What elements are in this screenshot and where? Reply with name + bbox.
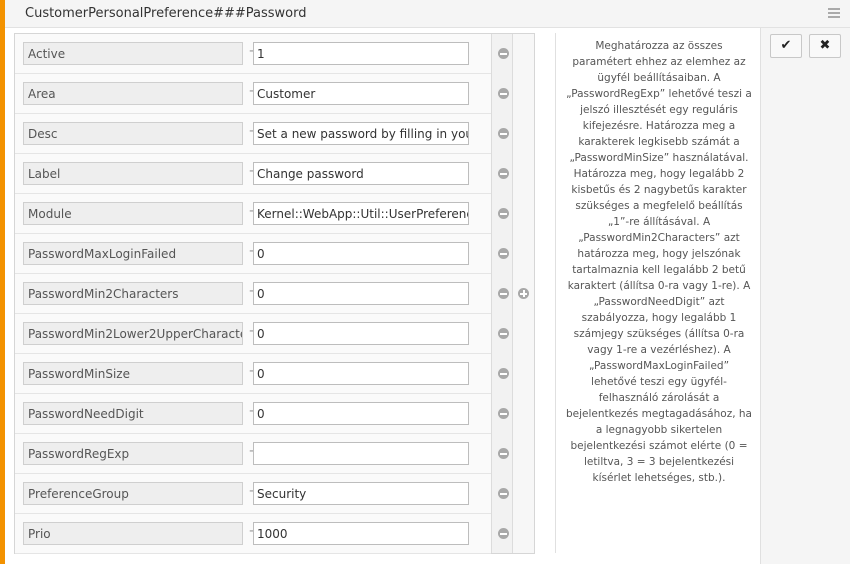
setting-row: Area⟶Customer bbox=[15, 74, 491, 114]
setting-row: PasswordMaxLoginFailed⟶0 bbox=[15, 234, 491, 274]
setting-value-input[interactable]: Change password bbox=[253, 162, 469, 185]
setting-key: Active bbox=[23, 42, 243, 65]
remove-item-icon[interactable] bbox=[498, 248, 509, 259]
setting-key: PasswordMaxLoginFailed bbox=[23, 242, 243, 265]
remove-item-icon[interactable] bbox=[498, 288, 509, 299]
setting-value-input[interactable]: Kernel::WebApp::Util::UserPreferenceType… bbox=[253, 202, 469, 225]
remove-column bbox=[491, 34, 512, 553]
setting-key: PasswordMinSize bbox=[23, 362, 243, 385]
setting-key: PasswordNeedDigit bbox=[23, 402, 243, 425]
setting-key: PreferenceGroup bbox=[23, 482, 243, 505]
setting-value-input[interactable]: 1000 bbox=[253, 522, 469, 545]
setting-key: Label bbox=[23, 162, 243, 185]
setting-title: CustomerPersonalPreference###Password bbox=[25, 6, 307, 21]
setting-row: Module⟶Kernel::WebApp::Util::UserPrefere… bbox=[15, 194, 491, 234]
setting-row: PasswordRegExp⟶ bbox=[15, 434, 491, 474]
setting-row: Desc⟶Set a new password by filling in yo… bbox=[15, 114, 491, 154]
setting-row: Label⟶Change password bbox=[15, 154, 491, 194]
setting-key: PasswordRegExp bbox=[23, 442, 243, 465]
setting-key: Prio bbox=[23, 522, 243, 545]
remove-item-icon[interactable] bbox=[498, 408, 509, 419]
setting-key: Module bbox=[23, 202, 243, 225]
remove-item-icon[interactable] bbox=[498, 88, 509, 99]
setting-row: Prio⟶1000 bbox=[15, 514, 491, 554]
setting-row: Active⟶1 bbox=[15, 34, 491, 74]
setting-value-input[interactable]: 0 bbox=[253, 402, 469, 425]
setting-row: PasswordMinSize⟶0 bbox=[15, 354, 491, 394]
setting-row: PasswordMin2Characters⟶0 bbox=[15, 274, 491, 314]
setting-value-input[interactable]: 1 bbox=[253, 42, 469, 65]
setting-header: CustomerPersonalPreference###Password bbox=[5, 0, 850, 28]
setting-value-input[interactable]: Set a new password by filling in your cu… bbox=[253, 122, 469, 145]
setting-key: Area bbox=[23, 82, 243, 105]
setting-key: PasswordMin2Lower2UpperCharacters bbox=[23, 322, 243, 345]
remove-item-icon[interactable] bbox=[498, 368, 509, 379]
setting-value-input[interactable]: 0 bbox=[253, 282, 469, 305]
hash-editor: Active⟶1Area⟶CustomerDesc⟶Set a new pass… bbox=[14, 33, 535, 554]
add-column bbox=[512, 34, 534, 553]
setting-value-input[interactable]: 0 bbox=[253, 322, 469, 345]
remove-item-icon[interactable] bbox=[498, 488, 509, 499]
remove-item-icon[interactable] bbox=[498, 168, 509, 179]
setting-value-input[interactable] bbox=[253, 442, 469, 465]
setting-key: Desc bbox=[23, 122, 243, 145]
hamburger-menu-icon[interactable] bbox=[828, 8, 840, 18]
setting-row: PreferenceGroup⟶Security bbox=[15, 474, 491, 514]
remove-item-icon[interactable] bbox=[498, 528, 509, 539]
remove-item-icon[interactable] bbox=[498, 48, 509, 59]
remove-item-icon[interactable] bbox=[498, 208, 509, 219]
setting-key: PasswordMin2Characters bbox=[23, 282, 243, 305]
save-button[interactable]: ✔ bbox=[770, 34, 802, 58]
setting-value-input[interactable]: 0 bbox=[253, 362, 469, 385]
divider bbox=[555, 33, 556, 553]
setting-row: PasswordNeedDigit⟶0 bbox=[15, 394, 491, 434]
setting-value-input[interactable]: Security bbox=[253, 482, 469, 505]
setting-row: PasswordMin2Lower2UpperCharacters⟶0 bbox=[15, 314, 491, 354]
remove-item-icon[interactable] bbox=[498, 328, 509, 339]
setting-value-input[interactable]: 0 bbox=[253, 242, 469, 265]
remove-item-icon[interactable] bbox=[498, 448, 509, 459]
actions-panel: ✔ ✖ bbox=[760, 28, 850, 564]
remove-item-icon[interactable] bbox=[498, 128, 509, 139]
setting-value-input[interactable]: Customer bbox=[253, 82, 469, 105]
accent-bar bbox=[0, 0, 5, 564]
setting-description: Meghatározza az összes paramétert ehhez … bbox=[566, 40, 752, 484]
cancel-button[interactable]: ✖ bbox=[809, 34, 841, 58]
add-item-icon[interactable] bbox=[518, 288, 529, 299]
